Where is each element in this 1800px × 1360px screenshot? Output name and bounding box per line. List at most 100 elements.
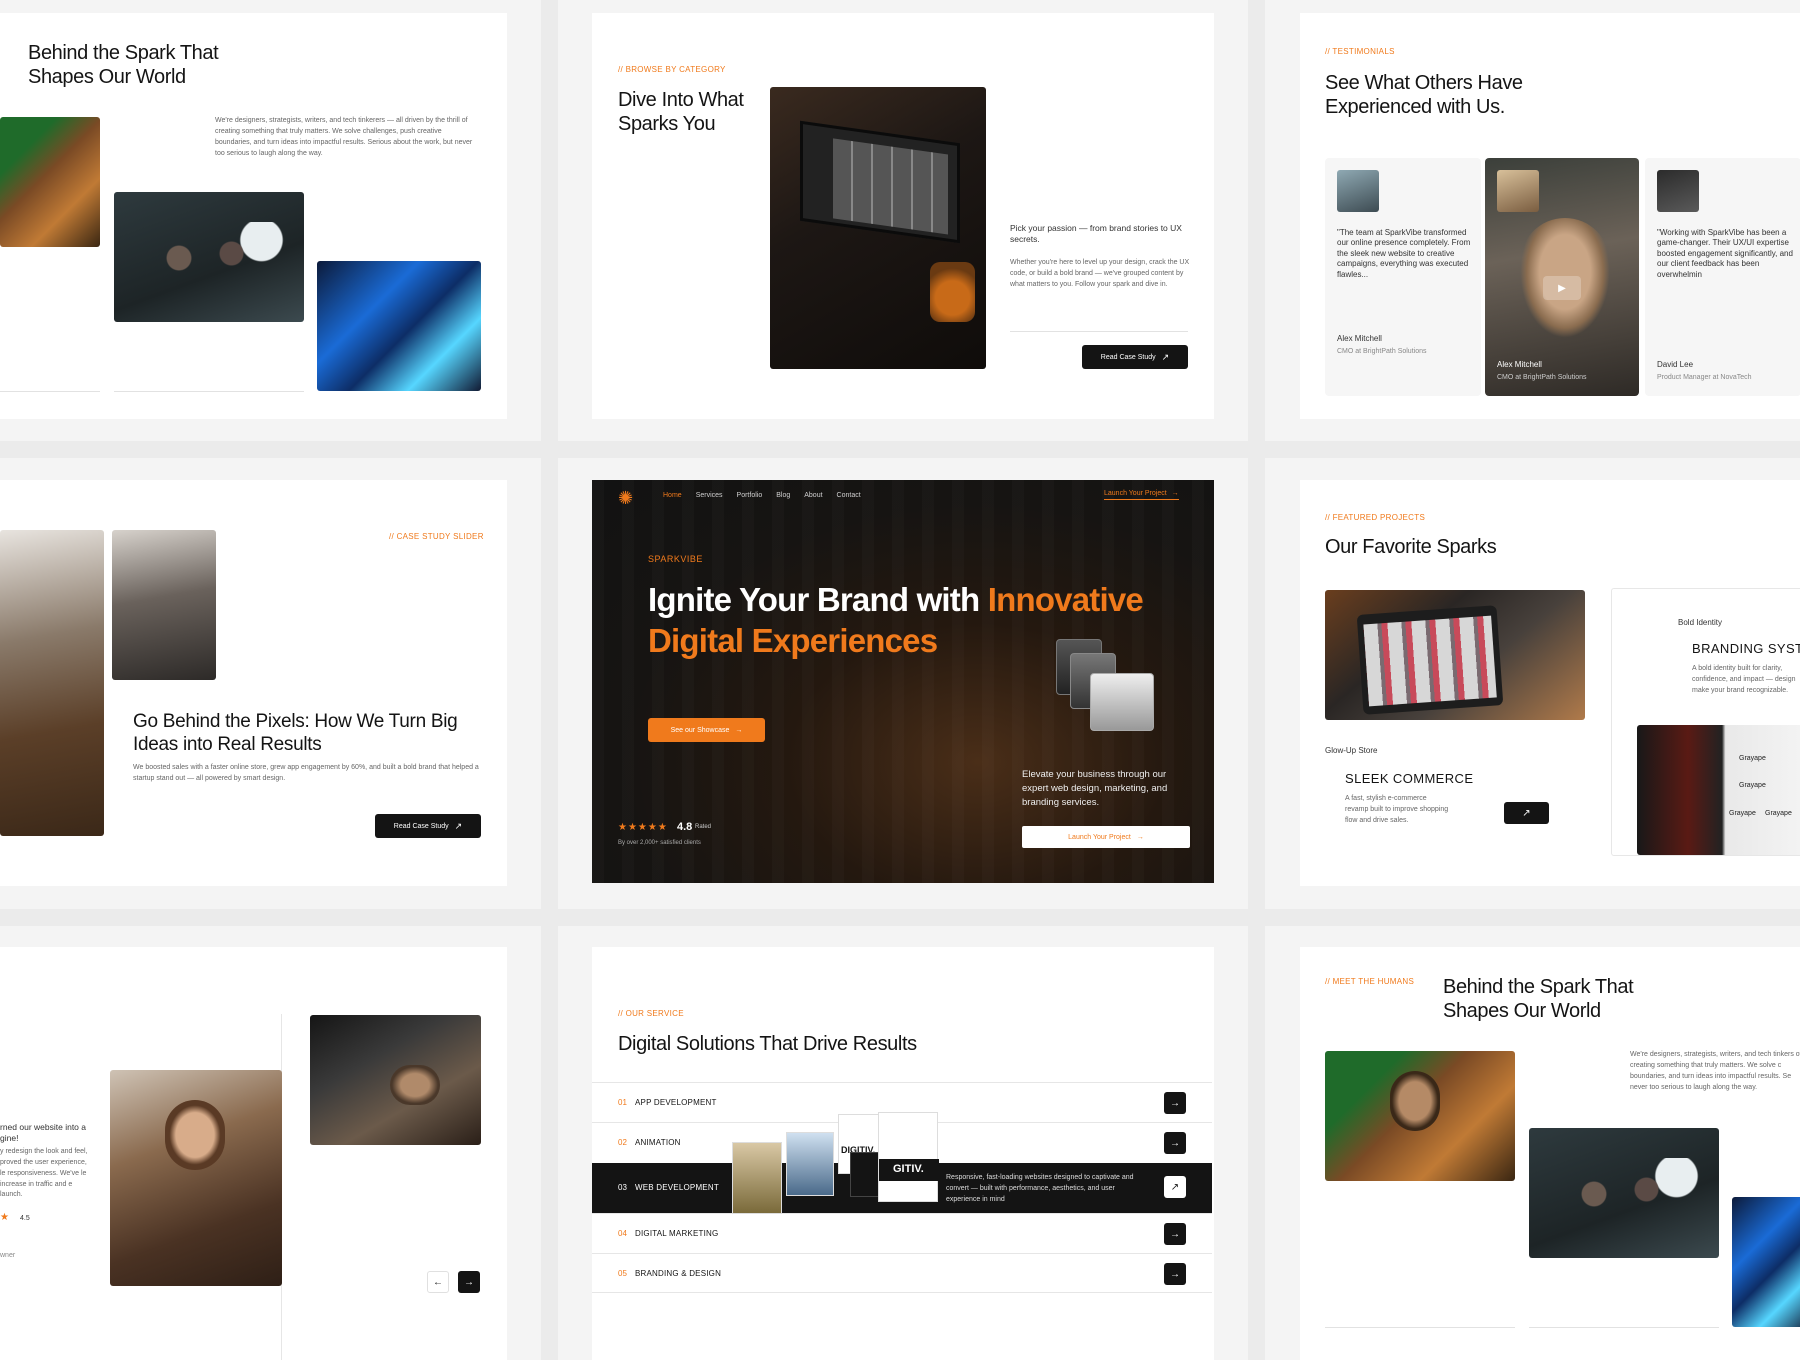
team-photo-1: [0, 117, 100, 247]
nav-about[interactable]: About: [804, 492, 822, 499]
service-label: APP DEVELOPMENT: [635, 1098, 717, 1107]
hero-section: ✺ Home Services Portfolio Blog About Con…: [592, 480, 1214, 883]
main-nav: Home Services Portfolio Blog About Conta…: [663, 492, 861, 499]
glass-of-whiskey: [930, 262, 975, 322]
arrow-right-icon: →: [1136, 833, 1144, 841]
button-label: Read Case Study: [1100, 353, 1156, 361]
cafe-photo-1: [0, 530, 104, 836]
project-label: Bold Identity: [1678, 618, 1723, 627]
browse-eyebrow: // BROWSE BY CATEGORY: [618, 65, 726, 74]
brand-mark: Grayape: [1739, 782, 1766, 789]
tile-services: // OUR SERVICE Digital Solutions That Dr…: [558, 926, 1248, 1360]
sparkvibe-logo-icon[interactable]: ✺: [618, 488, 633, 509]
testimonial-name: David Lee: [1657, 360, 1694, 369]
brand-mark: Grayape: [1739, 755, 1766, 762]
card-testimonials: // TESTIMONIALS See What Others Have Exp…: [1300, 13, 1800, 419]
open-project-button[interactable]: ↗: [1504, 802, 1549, 824]
arrow-right-icon[interactable]: →: [1164, 1132, 1186, 1154]
testimonial-card-1[interactable]: "The team at SparkVibe transformed our o…: [1325, 158, 1481, 396]
about-body: We're designers, strategists, writers, a…: [215, 117, 473, 157]
testimonial-card-video[interactable]: ▶ Alex Mitchell CMO at BrightPath Soluti…: [1485, 158, 1639, 396]
launch-project-link[interactable]: Launch Your Project →: [1104, 490, 1179, 500]
divider: [114, 391, 304, 392]
tablet-photo[interactable]: [1325, 590, 1585, 720]
next-slide-button[interactable]: →: [458, 1271, 480, 1293]
project-label: Glow-Up Store: [1325, 746, 1378, 755]
nav-home[interactable]: Home: [663, 492, 682, 499]
arrow-right-icon[interactable]: →: [1164, 1223, 1186, 1245]
arrow-right-icon: →: [735, 726, 743, 734]
cafe-photo-2: [112, 530, 216, 680]
service-number: 02: [618, 1138, 627, 1147]
arrow-left-icon: ←: [433, 1276, 443, 1288]
arrow-right-icon[interactable]: →: [1164, 1092, 1186, 1114]
card-services: // OUR SERVICE Digital Solutions That Dr…: [592, 947, 1214, 1360]
arrow-right-icon[interactable]: →: [1164, 1263, 1186, 1285]
photo-figures: [134, 222, 284, 312]
clients-text: By over 2,000+ satisfied clients: [618, 840, 701, 846]
arrow-right-icon: →: [464, 1276, 474, 1288]
featured-eyebrow: // FEATURED PROJECTS: [1325, 513, 1426, 522]
laptop-photo: [770, 87, 986, 369]
hero-eyebrow: SPARKVIBE: [648, 554, 703, 564]
team-photo-2: [114, 192, 304, 322]
tile-featured-projects: // FEATURED PROJECTS Our Favorite Sparks…: [1265, 458, 1800, 909]
testimonial-name: Alex Mitchell: [1497, 360, 1542, 369]
service-description: Responsive, fast-loading websites design…: [946, 1174, 1134, 1203]
featured-title: Our Favorite Sparks: [1325, 536, 1497, 558]
slider-body: y redesign the look and feel, proved the…: [0, 1148, 88, 1199]
play-icon[interactable]: ▶: [1543, 276, 1581, 300]
project-title: SLEEK COMMERCE: [1345, 771, 1474, 786]
see-showcase-button[interactable]: See our Showcase →: [648, 718, 765, 742]
nav-portfolio[interactable]: Portfolio: [737, 492, 763, 499]
rating-star-icon: ★: [0, 1212, 9, 1223]
arrow-up-right-icon: ↗: [1161, 351, 1170, 362]
arrow-right-icon: →: [1171, 490, 1179, 497]
button-label: Read Case Study: [393, 822, 449, 830]
service-row-branding-design[interactable]: 05 BRANDING & DESIGN →: [592, 1253, 1212, 1293]
team-photo-1: [1325, 1051, 1515, 1181]
mockup-logo: GITIV.: [893, 1163, 924, 1175]
case-study-body: We boosted sales with a faster online st…: [133, 764, 479, 782]
divider: [1325, 1327, 1515, 1328]
testimonial-quote: "Working with SparkVibe has been a game-…: [1657, 228, 1793, 279]
tile-case-study: // CASE STUDY SLIDER Go Behind the Pixel…: [0, 458, 541, 909]
divider: [1529, 1327, 1719, 1328]
service-mockup-collage: DIGITIV. GITIV.: [732, 1112, 942, 1222]
nav-services[interactable]: Services: [696, 492, 723, 499]
rating-value: 4.8: [677, 821, 693, 833]
team-photo-3: [1732, 1197, 1800, 1327]
slider-owner: wner: [0, 1252, 16, 1259]
avatar: [1657, 170, 1699, 212]
prev-slide-button[interactable]: ←: [427, 1271, 449, 1293]
headline-white: Ignite Your Brand with: [648, 581, 980, 618]
card-browse: // BROWSE BY CATEGORY Dive Into What Spa…: [592, 13, 1214, 419]
divider: [0, 391, 100, 392]
tile-meet-humans: // MEET THE HUMANS Behind the Spark That…: [1265, 926, 1800, 1360]
testimonial-role: CMO at BrightPath Solutions: [1497, 374, 1587, 381]
read-case-study-button[interactable]: Read Case Study ↗: [375, 814, 481, 838]
rating-label: Rated: [695, 824, 712, 830]
nav-contact[interactable]: Contact: [837, 492, 861, 499]
arrow-up-right-icon[interactable]: ↗: [1164, 1176, 1186, 1198]
rating-stars: ★★★★★: [618, 822, 668, 833]
slider-rating: 4.5: [20, 1215, 30, 1222]
team-photo-3: [317, 261, 481, 391]
testimonial-role: CMO at BrightPath Solutions: [1337, 348, 1427, 355]
avatar: [1337, 170, 1379, 212]
read-case-study-button[interactable]: Read Case Study ↗: [1082, 345, 1188, 369]
hero-side-text: Elevate your business through our expert…: [1022, 769, 1168, 808]
service-number: 03: [618, 1183, 627, 1192]
testimonial-card-3[interactable]: "Working with SparkVibe has been a game-…: [1645, 158, 1800, 396]
branding-photo[interactable]: Grayape Grayape Grayape Grayape: [1637, 725, 1800, 855]
service-label: DIGITAL MARKETING: [635, 1229, 719, 1238]
humans-title: Behind the Spark That Shapes Our World: [1443, 976, 1634, 1022]
humans-body: We're designers, strategists, writers, a…: [1630, 1051, 1800, 1091]
arrow-up-right-icon: ↗: [454, 820, 463, 831]
launch-project-button[interactable]: Launch Your Project →: [1022, 826, 1190, 848]
button-label: Launch Your Project: [1068, 833, 1131, 841]
nav-blog[interactable]: Blog: [776, 492, 790, 499]
divider: [1010, 331, 1188, 332]
card-testimonial-slider: rned our website into a gine! y redesign…: [0, 947, 507, 1360]
services-eyebrow: // OUR SERVICE: [618, 1009, 684, 1018]
